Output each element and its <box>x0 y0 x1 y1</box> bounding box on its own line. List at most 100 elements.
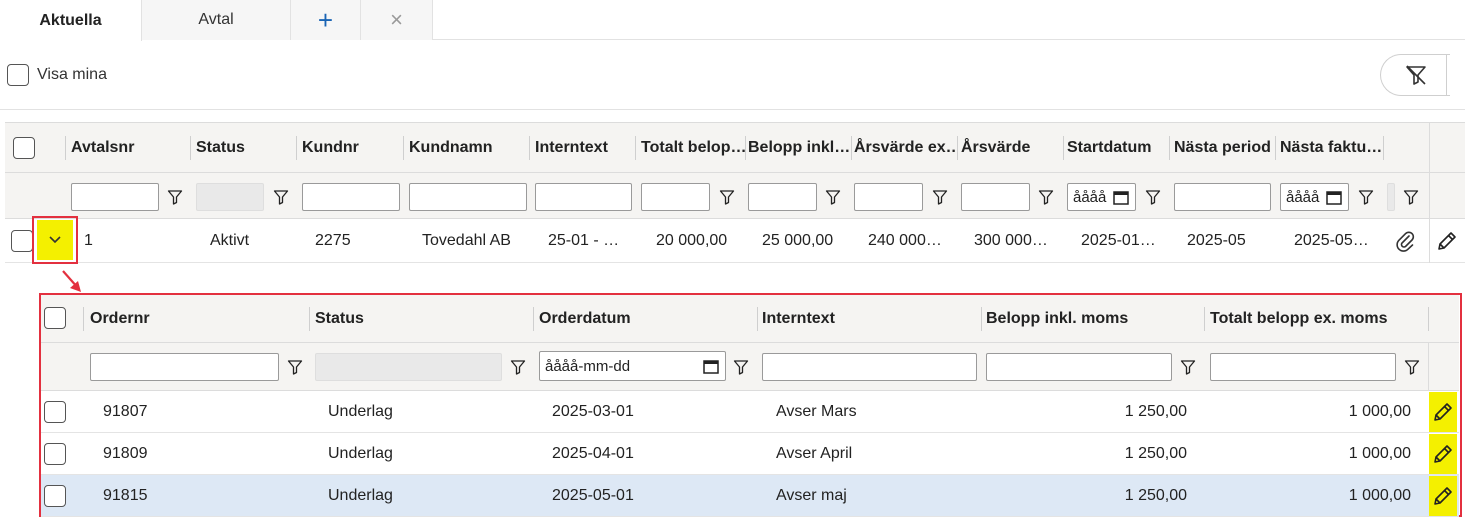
tab-avtal[interactable]: Avtal <box>142 0 291 40</box>
cell-orderdatum: 2025-03-01 <box>552 403 634 420</box>
filter-nasta-period-input[interactable] <box>1174 183 1271 211</box>
filter-icon[interactable] <box>509 358 527 376</box>
filter-icon[interactable] <box>824 188 842 206</box>
filter-totalt-belopp-ex-moms-input[interactable] <box>1210 353 1396 381</box>
cell-totalt-belopp-ex-moms: 1 000,00 <box>1348 487 1411 504</box>
cell-ordernr: 91809 <box>103 445 148 462</box>
cell-order-status: Underlag <box>328 403 393 420</box>
col-totalt-belopp-ex-moms[interactable]: Totalt belopp ex. moms <box>1210 295 1388 343</box>
filter-kundnr-input[interactable] <box>302 183 400 211</box>
table-row[interactable]: 91807 Underlag 2025-03-01 Avser Mars 1 2… <box>41 391 1459 433</box>
filter-icon[interactable] <box>1402 188 1420 206</box>
filter-belopp-inkl-input[interactable] <box>748 183 817 211</box>
select-all-checkbox[interactable] <box>13 137 35 159</box>
filter-avtalsnr-input[interactable] <box>71 183 159 211</box>
filter-belopp-inkl-moms-input[interactable] <box>986 353 1172 381</box>
filter-nasta-faktura-input[interactable]: åååå <box>1280 183 1349 211</box>
pencil-icon[interactable] <box>1429 476 1457 516</box>
expand-row-button[interactable] <box>32 216 78 264</box>
filter-clear-icon <box>1405 65 1426 85</box>
chevron-down-icon <box>37 220 73 260</box>
date-placeholder: åååå <box>1073 188 1107 206</box>
col-ordernr[interactable]: Ordernr <box>90 295 150 343</box>
filter-icon[interactable] <box>931 188 949 206</box>
col-order-interntext[interactable]: Interntext <box>762 295 835 343</box>
subgrid-header: Ordernr Status Orderdatum Interntext Bel… <box>41 295 1459 343</box>
filter-icon[interactable] <box>1357 188 1375 206</box>
filter-totalt-belopp-input[interactable] <box>641 183 710 211</box>
row-checkbox[interactable] <box>44 443 66 465</box>
col-orderdatum[interactable]: Orderdatum <box>539 295 631 343</box>
filter-icon[interactable] <box>718 188 736 206</box>
col-kundnamn[interactable]: Kundnamn <box>409 123 529 173</box>
cell-totalt-belopp-ex-moms: 1 000,00 <box>1348 403 1411 420</box>
filter-arsvarde-ex-input[interactable] <box>854 183 923 211</box>
col-belopp-inkl[interactable]: Belopp inkl… <box>748 123 850 173</box>
date-placeholder: åååå-mm-dd <box>545 357 631 375</box>
filter-order-interntext-input[interactable] <box>762 353 977 381</box>
cell-belopp-inkl-moms: 1 250,00 <box>1124 403 1187 420</box>
col-totalt-belopp[interactable]: Totalt belop… <box>641 123 745 173</box>
filter-ordernr-input[interactable] <box>90 353 279 381</box>
filter-icon[interactable] <box>1037 188 1055 206</box>
calendar-icon[interactable] <box>1326 190 1342 205</box>
filter-interntext-input[interactable] <box>535 183 632 211</box>
row-checkbox[interactable] <box>44 485 66 507</box>
tab-aktuella[interactable]: Aktuella <box>0 0 142 41</box>
subgrid-select-all-checkbox[interactable] <box>44 307 66 329</box>
cell-order-interntext: Avser Mars <box>776 403 857 420</box>
add-tab-button[interactable]: + <box>291 0 361 40</box>
filter-icon[interactable] <box>1144 188 1162 206</box>
show-mine-label: Visa mina <box>37 66 107 83</box>
col-avtalsnr[interactable]: Avtalsnr <box>71 123 189 173</box>
cell-totalt-belopp-ex-moms: 1 000,00 <box>1348 445 1411 462</box>
clear-filter-button[interactable] <box>1380 54 1450 96</box>
filter-icon[interactable] <box>166 188 184 206</box>
filter-kundnamn-input[interactable] <box>409 183 527 211</box>
cell-ordernr: 91807 <box>103 403 148 420</box>
agreements-grid: Avtalsnr Status Kundnr Kundnamn Internte… <box>5 122 1465 264</box>
cell-order-interntext: Avser April <box>776 445 853 462</box>
cell-belopp-inkl-moms: 1 250,00 <box>1124 487 1187 504</box>
col-arsvarde-ex[interactable]: Årsvärde ex… <box>854 123 957 173</box>
filter-status-input[interactable] <box>196 183 264 211</box>
filter-orderdatum-input[interactable]: åååå-mm-dd <box>539 351 726 381</box>
filter-startdatum-input[interactable]: åååå <box>1067 183 1136 211</box>
cell-nasta-faktura: 2025-05… <box>1294 232 1369 249</box>
calendar-icon[interactable] <box>1113 190 1129 205</box>
calendar-icon[interactable] <box>703 359 719 374</box>
col-belopp-inkl-moms[interactable]: Belopp inkl. moms <box>986 295 1128 343</box>
pencil-icon[interactable] <box>1436 219 1458 263</box>
filter-arsvarde-input[interactable] <box>961 183 1030 211</box>
cell-ordernr: 91815 <box>103 487 148 504</box>
filter-extra-input[interactable] <box>1387 183 1395 211</box>
filter-icon[interactable] <box>272 188 290 206</box>
pencil-icon[interactable] <box>1429 434 1457 474</box>
show-mine-checkbox[interactable] <box>7 64 29 86</box>
close-tab-button[interactable]: × <box>361 0 433 40</box>
filter-icon[interactable] <box>286 358 304 376</box>
pencil-icon[interactable] <box>1429 392 1457 432</box>
cell-avtalsnr: 1 <box>84 232 93 249</box>
col-nasta-faktura[interactable]: Nästa faktu… <box>1280 123 1382 173</box>
row-checkbox[interactable] <box>44 401 66 423</box>
col-startdatum[interactable]: Startdatum <box>1067 123 1167 173</box>
row-checkbox[interactable] <box>11 230 33 252</box>
filter-icon[interactable] <box>732 358 750 376</box>
table-row[interactable]: 91809 Underlag 2025-04-01 Avser April 1 … <box>41 433 1459 475</box>
cell-orderdatum: 2025-05-01 <box>552 487 634 504</box>
table-row[interactable]: 1 Aktivt 2275 Tovedahl AB 25-01 - … 20 0… <box>5 219 1465 263</box>
col-nasta-period[interactable]: Nästa period <box>1174 123 1276 173</box>
col-interntext[interactable]: Interntext <box>535 123 635 173</box>
filter-order-status-input[interactable] <box>315 353 502 381</box>
cell-order-interntext: Avser maj <box>776 487 847 504</box>
col-arsvarde[interactable]: Årsvärde <box>961 123 1061 173</box>
paperclip-icon[interactable] <box>1395 219 1415 263</box>
cell-nasta-period: 2025-05 <box>1187 232 1246 249</box>
col-kundnr[interactable]: Kundnr <box>302 123 402 173</box>
table-row[interactable]: 91815 Underlag 2025-05-01 Avser maj 1 25… <box>41 475 1459 517</box>
filter-icon[interactable] <box>1179 358 1197 376</box>
col-order-status[interactable]: Status <box>315 295 364 343</box>
filter-icon[interactable] <box>1403 358 1421 376</box>
col-status[interactable]: Status <box>196 123 296 173</box>
